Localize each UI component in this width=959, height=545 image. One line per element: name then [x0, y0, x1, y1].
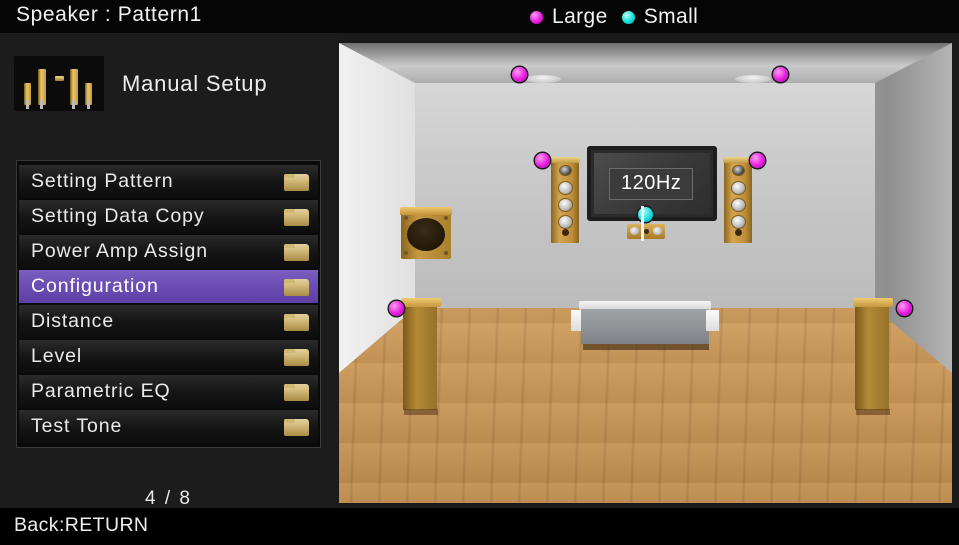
- back-return-hint: Back:RETURN: [14, 514, 149, 536]
- menu-item-label: Configuration: [31, 275, 159, 297]
- manual-setup-speakers-icon: [14, 56, 104, 111]
- crossover-frequency-badge: 120Hz: [609, 168, 694, 200]
- subwoofer[interactable]: [400, 207, 452, 259]
- marker-surround-left: [389, 301, 404, 316]
- speaker-pattern-title: Speaker : Pattern1: [16, 3, 202, 26]
- menu-item-power-amp-assign[interactable]: Power Amp Assign: [19, 235, 318, 268]
- menu-item-level[interactable]: Level: [19, 340, 318, 373]
- folder-icon: [284, 279, 309, 296]
- room-preview: 120Hz: [339, 43, 952, 503]
- menu-item-setting-pattern[interactable]: Setting Pattern: [19, 165, 318, 198]
- page-title: Manual Setup: [122, 70, 268, 96]
- bottom-bar: Back:RETURN: [0, 508, 959, 545]
- menu-item-label: Level: [31, 345, 83, 367]
- front-left-speaker[interactable]: [550, 157, 580, 243]
- legend-dot-magenta-icon: [530, 10, 543, 24]
- marker-ceiling-right: [773, 67, 788, 82]
- folder-icon: [284, 209, 309, 226]
- marker-surround-right: [897, 301, 912, 316]
- sidebar-panel: Manual Setup Setting Pattern Setting Dat…: [0, 33, 337, 509]
- menu-item-parametric-eq[interactable]: Parametric EQ: [19, 375, 318, 408]
- menu-item-label: Distance: [31, 310, 115, 332]
- setup-menu-list: Setting Pattern Setting Data Copy Power …: [16, 160, 321, 448]
- crossover-leader-line: [641, 206, 644, 241]
- menu-item-test-tone[interactable]: Test Tone: [19, 410, 318, 443]
- ceiling-speaker-right[interactable]: [735, 75, 771, 83]
- folder-icon: [284, 314, 309, 331]
- legend-item-small: Small: [621, 5, 699, 29]
- surround-right-speaker[interactable]: [853, 298, 893, 415]
- folder-icon: [284, 384, 309, 401]
- legend-item-large: Large: [530, 5, 608, 29]
- menu-item-configuration[interactable]: Configuration: [19, 270, 318, 303]
- sofa: [571, 301, 719, 351]
- top-bar: Speaker : Pattern1 Large Small: [0, 0, 959, 33]
- ceiling: [339, 43, 952, 85]
- marker-front-left: [535, 153, 550, 168]
- page-indicator: 4 / 8: [145, 488, 192, 509]
- menu-item-setting-data-copy[interactable]: Setting Data Copy: [19, 200, 318, 233]
- folder-icon: [284, 419, 309, 436]
- menu-item-label: Setting Pattern: [31, 170, 174, 192]
- menu-item-label: Power Amp Assign: [31, 240, 208, 262]
- speaker-configuration-screen: Speaker : Pattern1 Large Small Manual Se…: [0, 0, 959, 545]
- menu-item-label: Parametric EQ: [31, 380, 171, 402]
- marker-front-right: [750, 153, 765, 168]
- menu-item-label: Test Tone: [31, 415, 123, 437]
- speaker-size-legend: Large Small: [530, 4, 698, 30]
- menu-item-label: Setting Data Copy: [31, 205, 205, 227]
- front-right-speaker[interactable]: [723, 157, 753, 243]
- surround-left-speaker[interactable]: [401, 298, 441, 415]
- legend-label-small: Small: [643, 5, 699, 28]
- folder-icon: [284, 244, 309, 261]
- folder-icon: [284, 174, 309, 191]
- ceiling-speaker-left[interactable]: [525, 75, 561, 83]
- sidebar-header: Manual Setup: [14, 56, 267, 111]
- folder-icon: [284, 349, 309, 366]
- legend-dot-cyan-icon: [621, 10, 635, 24]
- marker-ceiling-left: [512, 67, 527, 82]
- center-speaker[interactable]: [627, 224, 665, 239]
- legend-label-large: Large: [552, 5, 608, 28]
- menu-item-distance[interactable]: Distance: [19, 305, 318, 338]
